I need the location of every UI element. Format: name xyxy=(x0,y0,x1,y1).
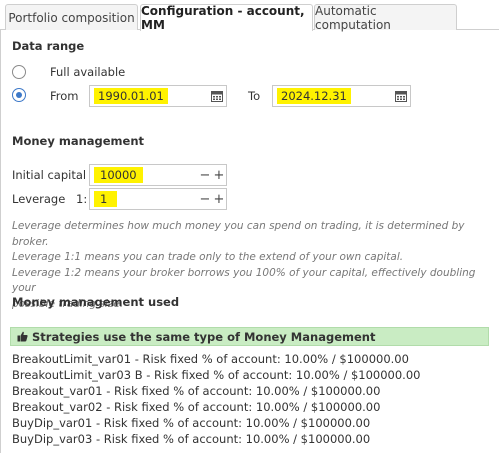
help-line: Leverage determines how much money you c… xyxy=(12,220,465,248)
thumbs-up-icon xyxy=(17,331,28,342)
increment-button[interactable]: + xyxy=(212,165,226,185)
initial-capital-value: 10000 xyxy=(94,167,143,183)
tab-label: Configuration - account, MM xyxy=(141,4,305,32)
to-date-value: 2024.12.31 xyxy=(277,88,351,104)
strategy-item: BuyDip_var01 - Risk fixed % of account: … xyxy=(12,416,371,430)
calendar-icon[interactable] xyxy=(392,86,410,106)
help-line: Leverage 1:2 means your broker borrows y… xyxy=(12,266,476,295)
banner-text: Strategies use the same type of Money Ma… xyxy=(32,329,376,344)
from-date-input[interactable]: 1990.01.01 xyxy=(89,85,227,107)
money-management-used-title: Money management used xyxy=(12,295,180,309)
from-label: From xyxy=(50,89,79,103)
calendar-icon[interactable] xyxy=(208,86,226,106)
initial-capital-input[interactable]: 10000 − + xyxy=(89,164,227,186)
data-range-title: Data range xyxy=(12,39,85,53)
strategy-item: Breakout_var02 - Risk fixed % of account… xyxy=(12,400,381,414)
leverage-prefix: 1: xyxy=(76,192,88,206)
tab-configuration-account-mm[interactable]: Configuration - account, MM xyxy=(140,4,313,32)
tab-portfolio-composition[interactable]: Portfolio composition xyxy=(5,4,138,30)
money-management-title: Money management xyxy=(12,134,145,148)
from-date-value: 1990.01.01 xyxy=(94,88,168,104)
strategy-item: Breakout_var01 - Risk fixed % of account… xyxy=(12,384,381,398)
increment-button[interactable]: + xyxy=(212,189,226,209)
radio-from-range[interactable] xyxy=(12,88,26,102)
tab-label: Portfolio composition xyxy=(8,10,135,25)
decrement-button[interactable]: − xyxy=(198,165,212,185)
to-date-input[interactable]: 2024.12.31 xyxy=(272,85,411,107)
strategy-item: BuyDip_var03 - Risk fixed % of account: … xyxy=(12,432,371,446)
tab-label: Automatic computation xyxy=(315,3,391,32)
leverage-value: 1 xyxy=(94,191,118,207)
radio-full-available[interactable] xyxy=(12,65,26,79)
tab-automatic-computation[interactable]: Automatic computation xyxy=(314,3,457,32)
strategy-item: BreakoutLimit_var01 - Risk fixed % of ac… xyxy=(12,352,409,366)
decrement-button[interactable]: − xyxy=(198,189,212,209)
initial-capital-label: Initial capital xyxy=(12,168,87,182)
same-mm-banner: Strategies use the same type of Money Ma… xyxy=(10,327,489,346)
help-line: Leverage 1:1 means you can trade only to… xyxy=(12,251,404,263)
leverage-input[interactable]: 1 − + xyxy=(89,188,227,210)
strategy-item: BreakoutLimit_var03 B - Risk fixed % of … xyxy=(12,368,421,382)
to-label: To xyxy=(248,89,261,103)
full-available-label: Full available xyxy=(50,65,126,79)
leverage-label: Leverage xyxy=(12,192,66,206)
